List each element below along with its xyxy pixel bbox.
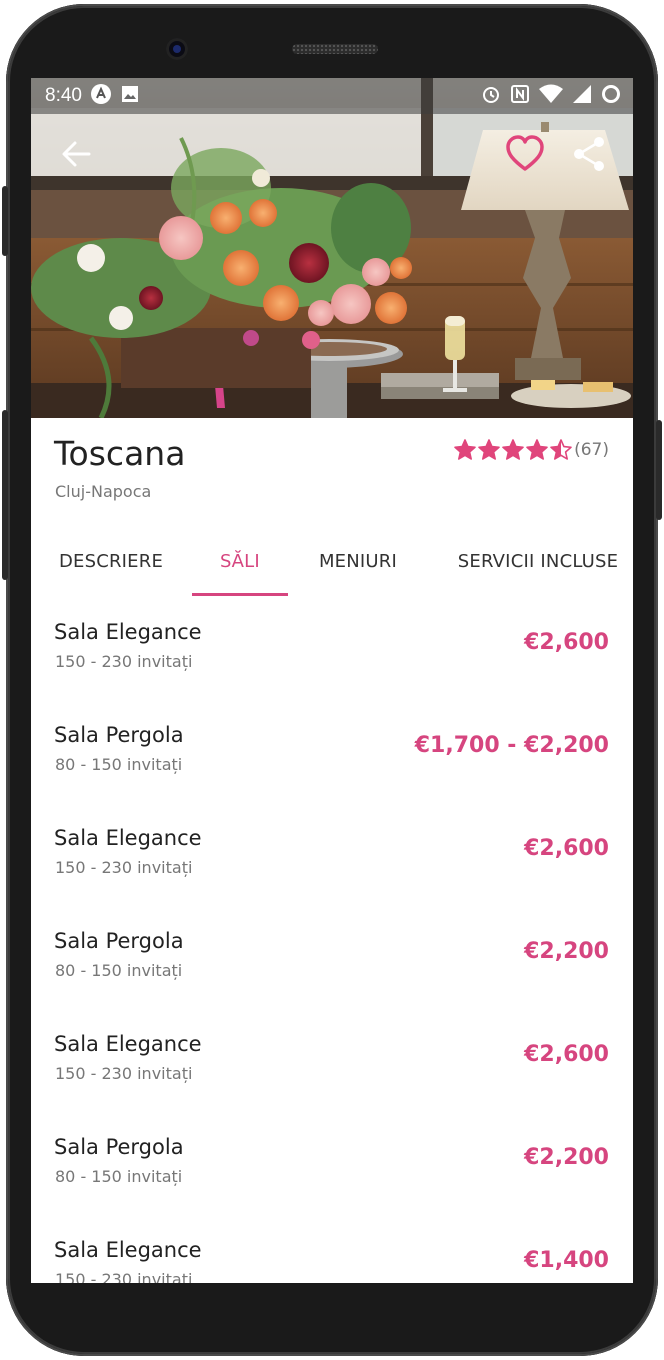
hall-price: €2,200 — [524, 1145, 609, 1170]
tab-sali[interactable]: SĂLI — [192, 526, 288, 596]
hall-capacity: 150 - 230 invitați — [55, 1270, 193, 1283]
arrow-left-icon — [62, 141, 91, 167]
tab-label: SERVICII INCLUSE — [457, 550, 619, 572]
tab-label: MENIURI — [318, 550, 398, 572]
image-icon — [120, 84, 140, 108]
venue-tabs: DESCRIERE SĂLI MENIURI SERVICII INCLUSE — [31, 526, 633, 596]
nfc-icon — [510, 84, 530, 108]
hall-capacity: 150 - 230 invitați — [55, 1064, 193, 1083]
share-button[interactable] — [569, 132, 609, 176]
tab-servicii-incluse[interactable]: SERVICII INCLUSE — [443, 526, 633, 596]
star-full-icon — [454, 439, 476, 460]
hall-price: €2,600 — [524, 1042, 609, 1067]
list-item[interactable]: Sala Elegance 150 - 230 invitați €1,400 — [31, 1214, 633, 1283]
venue-rating[interactable]: (67) — [453, 438, 609, 462]
earpiece-speaker — [292, 44, 378, 54]
header-actions — [31, 114, 633, 194]
heart-outline-icon — [506, 135, 544, 171]
wifi-icon — [539, 84, 563, 108]
tab-descriere[interactable]: DESCRIERE — [41, 526, 181, 596]
volume-button — [2, 186, 8, 256]
app-notification-icon — [90, 83, 112, 109]
rating-stars — [453, 438, 573, 462]
hall-name: Sala Elegance — [54, 1032, 202, 1056]
tab-meniuri[interactable]: MENIURI — [301, 526, 415, 596]
hall-name: Sala Elegance — [54, 1238, 202, 1262]
hall-capacity: 80 - 150 invitați — [55, 1167, 183, 1186]
signal-icon — [572, 84, 592, 108]
star-full-icon — [478, 439, 500, 460]
hall-price: €2,200 — [524, 939, 609, 964]
list-item[interactable]: Sala Pergola 80 - 150 invitați €2,200 — [31, 905, 633, 1008]
hall-price: €2,600 — [524, 630, 609, 655]
hall-capacity: 80 - 150 invitați — [55, 755, 183, 774]
star-full-icon — [526, 439, 548, 460]
back-button[interactable] — [57, 134, 97, 174]
power-button-left — [2, 410, 8, 580]
hall-name: Sala Elegance — [54, 826, 202, 850]
hall-capacity: 150 - 230 invitați — [55, 652, 193, 671]
hall-name: Sala Elegance — [54, 620, 202, 644]
alarm-icon — [481, 84, 501, 108]
status-bar: 8:40 — [31, 78, 633, 114]
app-screen: 8:40 Toscana Cluj-Napoca (67) DESCRIERE … — [31, 78, 633, 1283]
venue-name: Toscana — [54, 434, 186, 473]
star-full-icon — [502, 439, 524, 460]
battery-icon — [601, 84, 621, 108]
list-item[interactable]: Sala Elegance 150 - 230 invitați €2,600 — [31, 802, 633, 905]
hall-capacity: 80 - 150 invitați — [55, 961, 183, 980]
share-icon — [574, 137, 604, 171]
list-item[interactable]: Sala Pergola 80 - 150 invitați €1,700 - … — [31, 699, 633, 802]
star-half-icon — [550, 439, 572, 460]
status-icons — [481, 84, 621, 108]
list-item[interactable]: Sala Elegance 150 - 230 invitați €2,600 — [31, 596, 633, 699]
hall-price: €1,700 - €2,200 — [414, 733, 609, 758]
list-item[interactable]: Sala Elegance 150 - 230 invitați €2,600 — [31, 1008, 633, 1111]
venue-city: Cluj-Napoca — [55, 482, 152, 501]
tab-label: SĂLI — [220, 550, 260, 572]
hall-capacity: 150 - 230 invitați — [55, 858, 193, 877]
front-camera — [166, 38, 188, 60]
hall-price: €2,600 — [524, 836, 609, 861]
venue-hero-image: 8:40 — [31, 78, 633, 418]
status-time: 8:40 — [45, 85, 82, 106]
halls-list: Sala Elegance 150 - 230 invitați €2,600 … — [31, 596, 633, 1283]
rating-count: (67) — [574, 440, 609, 460]
venue-info: Toscana Cluj-Napoca (67) — [31, 418, 633, 518]
tab-label: DESCRIERE — [58, 550, 164, 572]
hall-name: Sala Pergola — [54, 929, 184, 953]
list-item[interactable]: Sala Pergola 80 - 150 invitați €2,200 — [31, 1111, 633, 1214]
hall-name: Sala Pergola — [54, 723, 184, 747]
power-button-right — [656, 420, 662, 520]
hall-name: Sala Pergola — [54, 1135, 184, 1159]
favorite-button[interactable] — [503, 132, 547, 176]
hall-price: €1,400 — [524, 1248, 609, 1273]
